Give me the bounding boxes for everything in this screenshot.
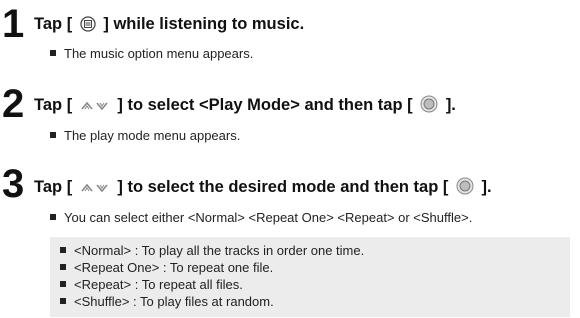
step-title-text: Tap [ [34,15,73,33]
menu-icon [80,16,96,37]
step-title-text: ] to select the desired mode and then ta… [117,178,449,196]
up-down-arrows-icon [80,99,110,118]
step-title-text: ]. [445,96,456,114]
step-title-text: Tap [ [34,178,73,196]
note-item: <Shuffle> : To play files at random. [60,294,274,309]
step-title: Tap [ ] while listening to music. [34,15,304,37]
note-item: <Repeat> : To repeat all files. [60,277,243,292]
step-3: 3 Tap [ ] to select the desired mode and… [0,160,580,230]
step-title-text: ]. [481,178,492,196]
select-button-icon [420,95,438,118]
step-number: 1 [2,2,25,46]
up-down-arrows-icon [80,181,110,200]
step-1: 1 Tap [ ] while listening to music. The … [0,0,580,70]
note-item: <Repeat One> : To repeat one file. [60,260,273,275]
mode-notes-box: <Normal> : To play all the tracks in ord… [50,237,570,317]
step-2: 2 Tap [ ] to select <Play Mode> and then… [0,80,580,150]
step-bullet: The play mode menu appears. [50,128,240,143]
select-button-icon [456,177,474,200]
step-bullet: You can select either <Normal> <Repeat O… [50,210,472,225]
note-item: <Normal> : To play all the tracks in ord… [60,243,364,258]
step-title-text: ] while listening to music. [103,15,305,33]
step-title: Tap [ ] to select the desired mode and t… [34,177,492,200]
step-number: 2 [2,82,25,126]
step-bullet: The music option menu appears. [50,46,253,61]
step-title-text: Tap [ [34,96,73,114]
step-title: Tap [ ] to select <Play Mode> and then t… [34,95,456,118]
step-number: 3 [2,162,25,206]
step-title-text: ] to select <Play Mode> and then tap [ [117,96,413,114]
